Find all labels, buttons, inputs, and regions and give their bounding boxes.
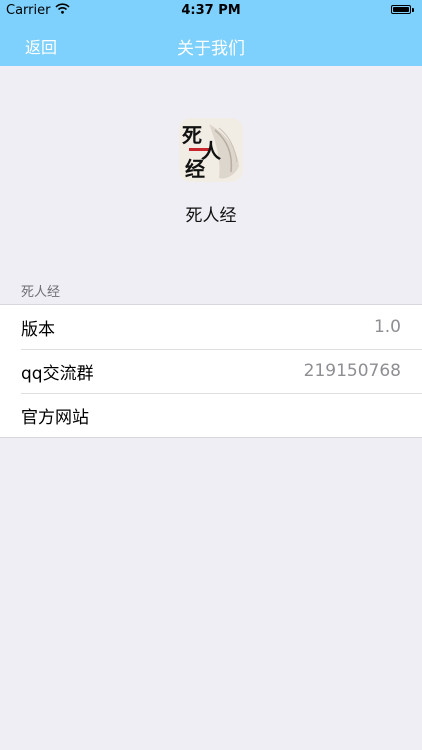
svg-text:经: 经 [185,157,205,181]
version-value: 1.0 [373,317,401,337]
official-website-label: 官方网站 [21,407,89,428]
status-bar: Carrier 4:37 PM [0,0,422,22]
info-table: 版本 1.0 qq交流群 219150768 官方网站 [0,304,422,438]
qq-group-value: 219150768 [303,361,401,381]
app-name: 死人经 [185,206,237,226]
version-label: 版本 [21,319,55,340]
status-time: 4:37 PM [181,3,241,18]
qq-group-row[interactable]: qq交流群 219150768 [0,349,422,393]
svg-text:死: 死 [182,123,202,147]
version-row[interactable]: 版本 1.0 [0,305,422,349]
battery-icon [391,5,414,14]
page-title: 关于我们 [177,39,245,59]
official-website-row[interactable]: 官方网站 [0,393,422,437]
app-icon: 死 人 经 [179,118,243,182]
qq-group-label: qq交流群 [21,363,94,384]
section-header: 死人经 [21,285,61,300]
navigation-bar: 返回 关于我们 [0,22,422,66]
